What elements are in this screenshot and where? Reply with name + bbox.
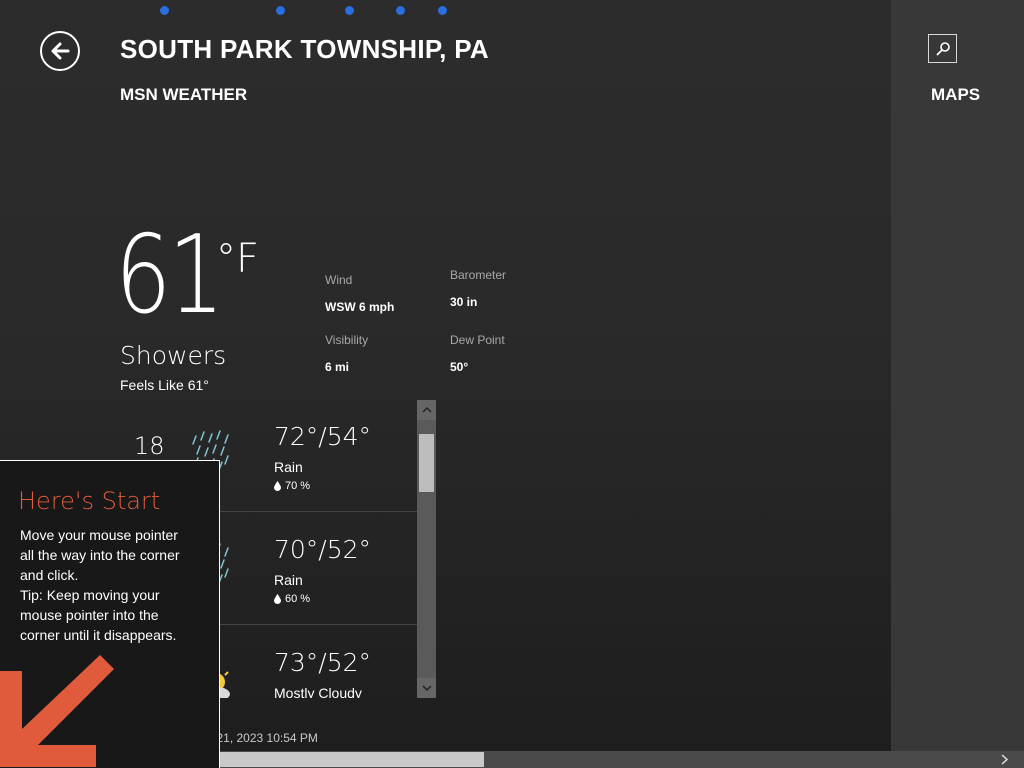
forecast-item[interactable]: 70°/52° Rain 60 %: [190, 513, 417, 625]
divider: [190, 624, 417, 625]
tip-line: all the way into the corner: [20, 547, 180, 563]
forecast-temps: 72°/54°: [274, 422, 372, 451]
wind-value: WSW 6 mph: [325, 300, 395, 314]
back-button[interactable]: [40, 31, 80, 71]
wind-label: Wind: [325, 273, 353, 287]
raindrop-icon: [274, 481, 281, 491]
tip-line: mouse pointer into the: [20, 607, 159, 623]
forecast-item[interactable]: 73°/52° Mostly Cloudy: [190, 626, 417, 698]
scroll-thumb[interactable]: [419, 434, 434, 492]
current-condition: Showers: [120, 341, 227, 370]
forecast-condition: Mostly Cloudy: [274, 685, 362, 698]
precip-value: 70 %: [285, 480, 311, 492]
search-button[interactable]: [928, 34, 957, 63]
scroll-up-button[interactable]: [417, 400, 436, 420]
forecast-item[interactable]: 72°/54° Rain 70 %: [190, 400, 417, 512]
tip-line: Tip: Keep moving your: [20, 587, 160, 603]
visibility-label: Visibility: [325, 333, 369, 347]
dew-point-value: 50°: [450, 360, 469, 374]
precip-value: 60 %: [285, 593, 311, 605]
loading-dot: [345, 6, 354, 15]
dew-point-label: Dew Point: [450, 333, 505, 347]
loading-dot: [396, 6, 405, 15]
forecast-temps: 73°/52°: [274, 648, 372, 677]
forecast-condition: Rain: [274, 459, 303, 475]
forecast-day-number: 18: [134, 432, 165, 460]
scroll-down-button[interactable]: [417, 678, 436, 698]
start-tip-popup: Here's Start Move your mouse pointer all…: [0, 460, 220, 768]
horizontal-scroll-thumb[interactable]: [210, 752, 484, 767]
tip-line: corner until it disappears.: [20, 627, 177, 643]
maps-side-panel: [891, 0, 1024, 768]
search-icon: [936, 41, 950, 55]
chevron-down-icon: [421, 685, 432, 691]
current-temperature: 61: [115, 213, 224, 338]
forecast-precipitation: 70 %: [274, 480, 310, 492]
maps-link[interactable]: MAPS: [931, 85, 980, 105]
raindrop-icon: [274, 594, 281, 604]
barometer-value: 30 in: [450, 295, 478, 309]
brand-label: MSN WEATHER: [120, 85, 248, 104]
arrow-down-left-icon: [0, 655, 114, 767]
forecast-condition: Rain: [274, 572, 303, 588]
barometer-label: Barometer: [450, 268, 507, 282]
divider: [190, 511, 417, 512]
visibility-value: 6 mi: [325, 360, 350, 374]
loading-dot: [276, 6, 285, 15]
start-tip-body: Move your mouse pointer all the way into…: [20, 525, 210, 645]
forecast-list: 72°/54° Rain 70 % 70°/52° Rain 60 % 73°/…: [190, 400, 417, 698]
tip-line: and click.: [20, 567, 79, 583]
back-arrow-icon: [51, 42, 70, 60]
temperature-unit: °F: [216, 236, 260, 282]
start-tip-title: Here's Start: [18, 487, 161, 515]
forecast-scrollbar[interactable]: [417, 400, 436, 698]
feels-like: Feels Like 61°: [120, 377, 209, 393]
location-title: SOUTH PARK TOWNSHIP, PA: [120, 34, 490, 64]
chevron-up-icon: [421, 407, 432, 413]
tip-line: Move your mouse pointer: [20, 527, 178, 543]
loading-dot: [160, 6, 169, 15]
scroll-right-button[interactable]: [984, 751, 1024, 768]
loading-dot: [438, 6, 447, 15]
forecast-precipitation: 60 %: [274, 593, 310, 605]
forecast-temps: 70°/52°: [274, 535, 372, 564]
chevron-right-icon: [1000, 754, 1008, 765]
